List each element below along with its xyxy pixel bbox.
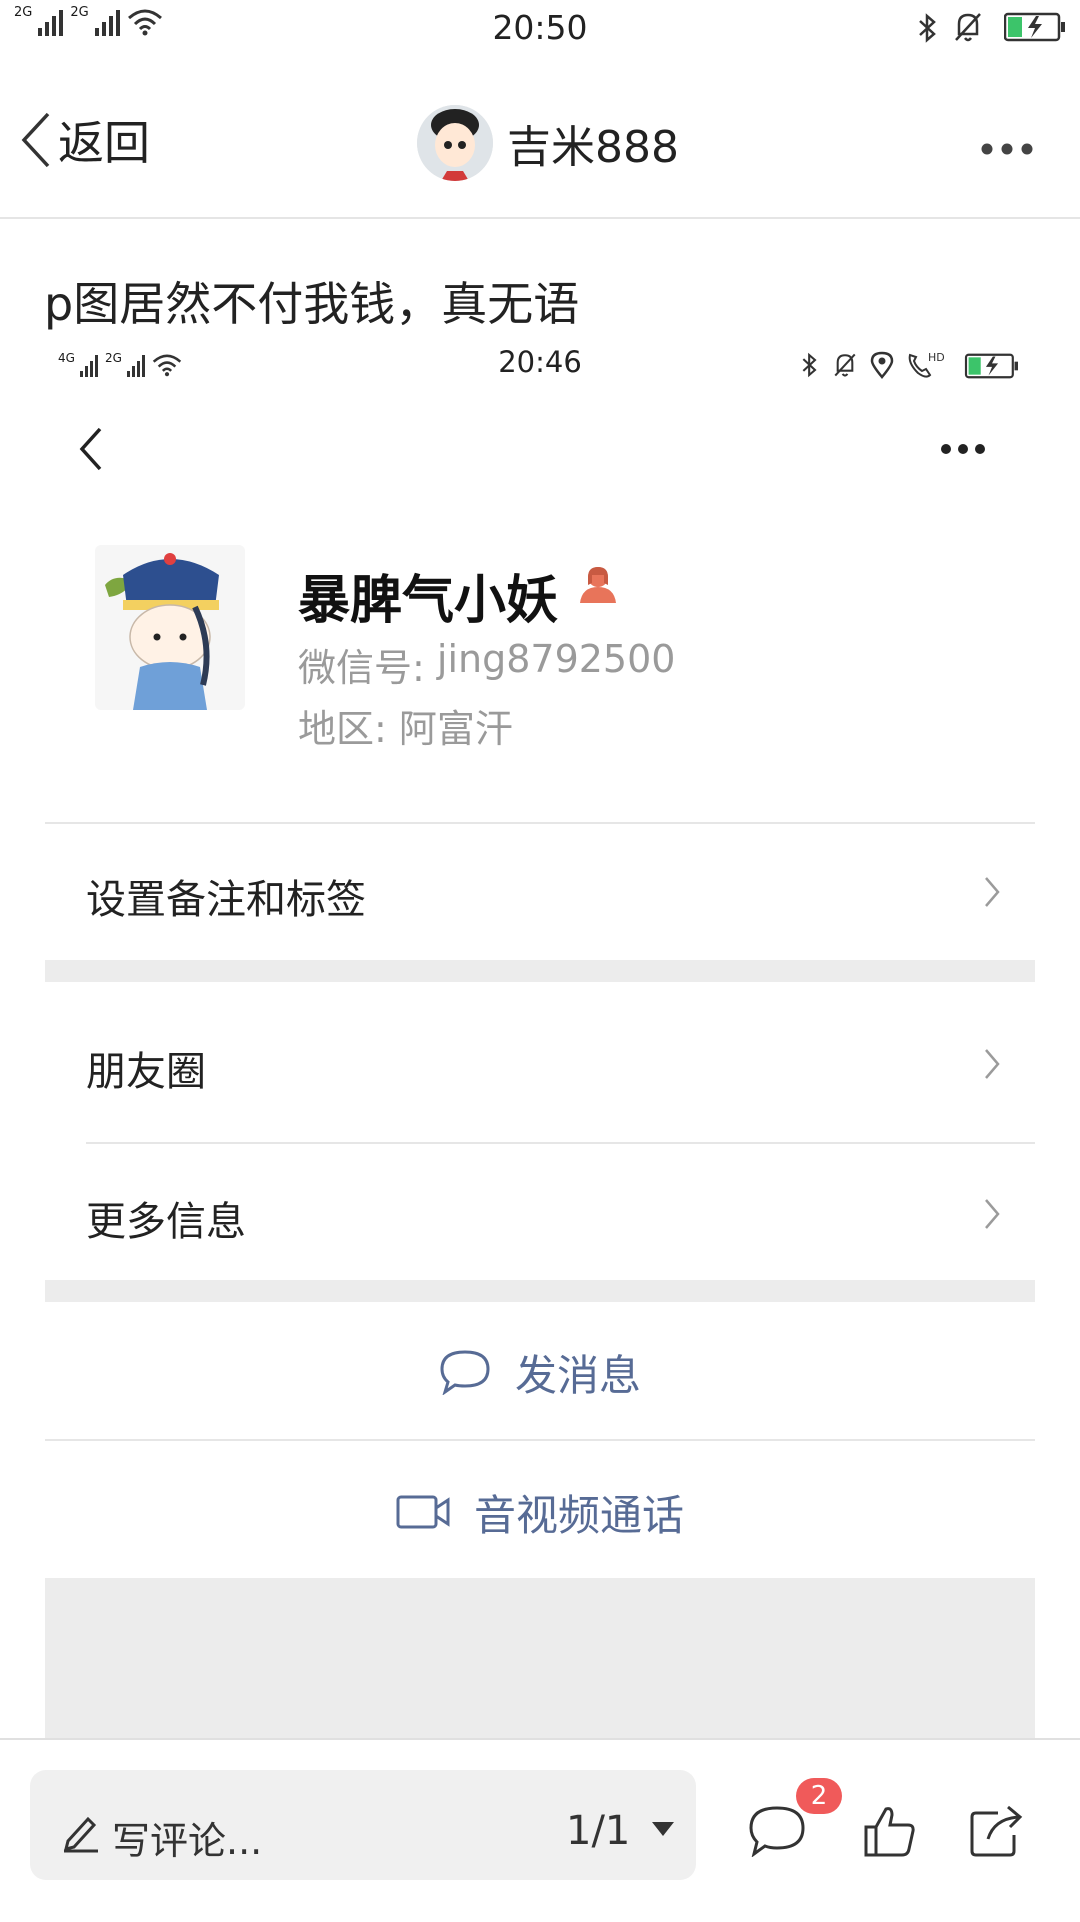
embedded-chevron-left-icon[interactable] xyxy=(78,425,104,473)
menu-row-more-info[interactable]: 更多信息 xyxy=(45,1153,1035,1273)
avatar[interactable] xyxy=(417,105,493,181)
comment-placeholder[interactable]: 写评论... xyxy=(112,1810,262,1865)
send-message-label: 发消息 xyxy=(514,1350,641,1400)
chevron-right-icon xyxy=(985,1199,1000,1229)
menu-row-moments[interactable]: 朋友圈 xyxy=(45,1003,1035,1123)
chevron-right-icon xyxy=(985,1049,1000,1079)
profile-avatar-cartoon-icon xyxy=(105,553,219,710)
section-gap xyxy=(45,960,1035,982)
post-title: p图居然不付我钱，真无语 xyxy=(44,277,580,331)
author-header[interactable]: 吉米888 xyxy=(417,105,679,181)
menu-row-label: 设置备注和标签 xyxy=(86,877,366,923)
video-call-button[interactable]: 音视频通话 xyxy=(45,1447,1035,1577)
profile-avatar[interactable] xyxy=(95,545,245,710)
wechat-id-value: jing8792500 xyxy=(436,637,676,681)
comment-icon[interactable] xyxy=(748,1805,806,1857)
thumbs-up-icon[interactable] xyxy=(862,1803,918,1859)
avatar-cartoon-icon xyxy=(417,105,493,181)
menu-row-label: 更多信息 xyxy=(86,1199,246,1245)
divider xyxy=(45,1439,1035,1441)
video-call-label: 音视频通话 xyxy=(473,1490,684,1540)
bluetooth-icon xyxy=(802,352,817,378)
region-row: 地区: 阿富汗 xyxy=(298,698,513,753)
hd-call-icon: HD xyxy=(908,351,945,378)
share-icon[interactable] xyxy=(968,1805,1024,1859)
chevron-left-icon xyxy=(21,112,50,168)
female-icon xyxy=(580,567,616,603)
wechat-id-label: 微信号: xyxy=(298,646,437,690)
mute-icon xyxy=(955,13,981,42)
region-value: 阿富汗 xyxy=(398,707,513,751)
embedded-status-bar: 4G 2G 20:46 HD xyxy=(0,345,1080,395)
region-label: 地区: xyxy=(298,707,399,751)
back-label: 返回 xyxy=(58,116,150,170)
chevron-right-icon xyxy=(985,877,1000,907)
divider xyxy=(45,822,1035,824)
chat-bubble-icon xyxy=(440,1350,490,1395)
embedded-bottom-area xyxy=(45,1578,1035,1738)
mute-icon xyxy=(834,353,856,377)
profile-name: 暴脾气小妖 xyxy=(298,571,559,631)
status-bar: 2G 2G 20:50 xyxy=(0,0,1080,60)
top-nav: 返回 吉米888 xyxy=(0,60,1080,219)
location-icon xyxy=(870,351,894,379)
wechat-id-row: 微信号: jing8792500 xyxy=(298,637,675,692)
divider xyxy=(86,1142,1035,1144)
svg-text:HD: HD xyxy=(928,351,945,364)
send-message-button[interactable]: 发消息 xyxy=(45,1307,1035,1437)
more-dots-icon[interactable] xyxy=(980,142,1034,156)
menu-row-remark-tags[interactable]: 设置备注和标签 xyxy=(45,831,1035,951)
author-name: 吉米888 xyxy=(507,122,679,173)
dropdown-arrow-icon[interactable] xyxy=(650,1820,676,1838)
section-gap xyxy=(45,1280,1035,1302)
menu-row-label: 朋友圈 xyxy=(86,1049,206,1095)
embedded-more-dots-icon[interactable] xyxy=(940,443,986,455)
battery-charging-icon xyxy=(1004,12,1065,42)
page-indicator[interactable]: 1/1 xyxy=(566,1808,630,1854)
comment-count-badge: 2 xyxy=(796,1778,842,1814)
video-camera-icon xyxy=(396,1495,450,1529)
battery-charging-icon xyxy=(964,353,1018,379)
bluetooth-icon xyxy=(919,13,936,43)
pencil-icon xyxy=(63,1816,98,1853)
back-button[interactable]: 返回 xyxy=(18,110,150,170)
